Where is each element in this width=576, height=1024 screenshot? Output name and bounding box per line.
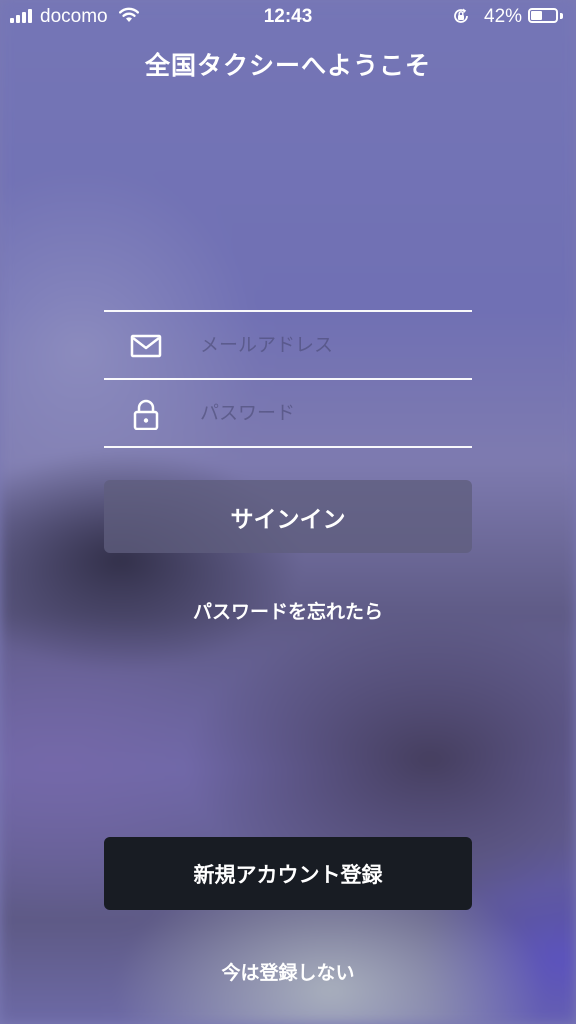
- page-title: 全国タクシーへようこそ: [144, 51, 431, 80]
- rotation-lock-icon: [454, 8, 468, 23]
- battery-nub: [560, 13, 563, 19]
- skip-registration-link[interactable]: 今は登録しない: [0, 958, 576, 985]
- signin-button[interactable]: サインイン: [104, 480, 472, 553]
- email-input[interactable]: [200, 326, 460, 364]
- register-button[interactable]: 新規アカウント登録: [104, 837, 472, 910]
- battery-fill: [531, 11, 542, 20]
- mail-icon: [130, 334, 162, 358]
- login-form: [104, 310, 472, 448]
- forgot-password-link[interactable]: パスワードを忘れたら: [0, 597, 576, 624]
- status-bar: docomo 12:43 42%: [0, 0, 576, 34]
- password-input[interactable]: [200, 394, 460, 432]
- battery-percent: 42%: [484, 6, 523, 27]
- lock-icon: [133, 399, 159, 430]
- battery-icon: [528, 8, 558, 23]
- email-field-row: [104, 310, 472, 378]
- password-field-row: [104, 378, 472, 448]
